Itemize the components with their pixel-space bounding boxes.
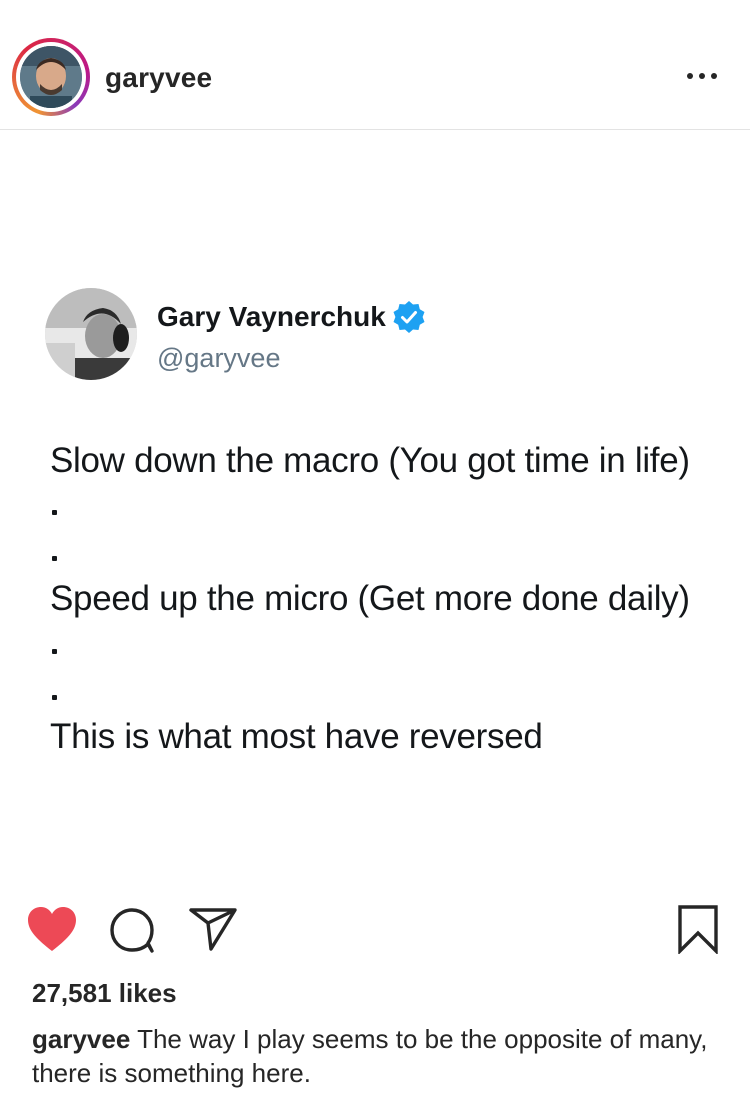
post-username[interactable]: garyvee xyxy=(105,62,212,94)
tweet-avatar xyxy=(45,288,137,380)
more-dot-icon xyxy=(687,73,693,79)
caption-text: The way I play seems to be the opposite … xyxy=(32,1024,708,1088)
profile-avatar[interactable] xyxy=(20,46,82,108)
post-caption: garyvee The way I play seems to be the o… xyxy=(32,1022,722,1090)
more-options-button[interactable] xyxy=(676,58,728,94)
story-ring[interactable] xyxy=(12,38,90,116)
caption-username[interactable]: garyvee xyxy=(32,1024,130,1054)
tweet-separator-dot xyxy=(52,556,57,561)
tweet-handle: @garyvee xyxy=(157,343,281,373)
save-bookmark-icon[interactable] xyxy=(676,904,720,954)
tweet-separator-dot xyxy=(52,649,57,654)
tweet-avatar-photo xyxy=(45,288,137,380)
tweet-line: This is what most have reversed xyxy=(50,717,543,756)
avatar-photo xyxy=(20,46,82,108)
more-dot-icon xyxy=(699,73,705,79)
tweet-separator-dot xyxy=(52,695,57,700)
likes-count[interactable]: 27,581 likes xyxy=(32,978,177,1009)
tweet-display-name: Gary Vaynerchuk xyxy=(157,301,386,332)
share-paper-plane-icon[interactable] xyxy=(188,906,238,952)
tweet-line: Slow down the macro (You got time in lif… xyxy=(50,441,690,480)
comment-icon[interactable] xyxy=(108,906,158,954)
post-header: garyvee xyxy=(0,0,750,130)
more-dot-icon xyxy=(711,73,717,79)
tweet-line: Speed up the micro (Get more done daily) xyxy=(50,579,690,618)
post-image[interactable]: Gary Vaynerchuk @garyvee Slow down the m… xyxy=(0,131,750,891)
verified-badge-icon xyxy=(393,301,425,333)
tweet-separator-dot xyxy=(52,510,57,515)
like-heart-icon[interactable] xyxy=(26,905,78,953)
